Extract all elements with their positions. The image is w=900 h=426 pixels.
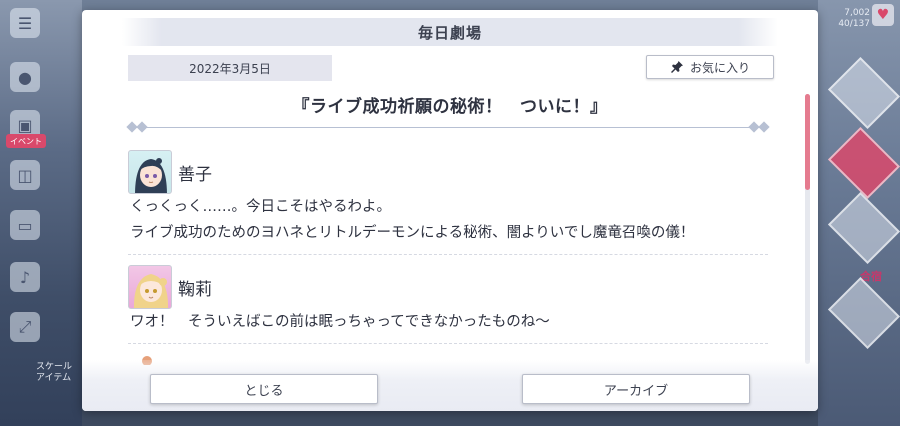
date-label: 2022年3月5日 [128, 55, 332, 81]
side-item-label: スケール アイテム [36, 362, 73, 383]
dialogue-line: くっくっく……。今日こそはやるわよ。 [130, 199, 391, 215]
divider-ornament-right [758, 121, 770, 133]
resource-counter: 7,002 40/137 [838, 8, 870, 29]
menu-icon[interactable]: ☰ [10, 8, 40, 38]
dialog-header: 毎日劇場 [122, 18, 778, 46]
background-left-panel: ☰ ● ▣ イベント ◫ ▭ ♪ ⤢ スケール アイテム [0, 0, 82, 426]
divider-ornament-left-2 [136, 121, 148, 133]
camera-icon[interactable]: ▭ [10, 210, 40, 240]
title-divider [128, 127, 768, 128]
favorite-button[interactable]: お気に入り [646, 55, 774, 79]
speaker-row: 鞠莉 [128, 265, 768, 309]
avatar-yoshiko [128, 150, 172, 194]
dialogue-line: ワオ！ そういえばこの前は眠っちゃってできなかったものね〜 [130, 314, 550, 330]
close-button[interactable]: とじる [150, 374, 378, 404]
story-title: 『ライブ成功祈願の秘術！ ついに！』 [292, 97, 608, 117]
background-right-panel: 7,002 40/137 ♥ 合宿 [818, 0, 900, 426]
archive-button[interactable]: アーカイブ [522, 374, 750, 404]
avatar-mari [128, 265, 172, 309]
tile-bottom[interactable] [827, 276, 900, 350]
expand-icon[interactable]: ⤢ [10, 312, 40, 342]
chat-icon[interactable]: ● [10, 62, 40, 92]
speaker-name: 善子 [178, 164, 212, 185]
dialog-title: 毎日劇場 [417, 23, 482, 42]
speaker-name: 鞠莉 [178, 279, 212, 300]
dialogue-line: ライブ成功のためのヨハネとリトルデーモンによる秘術、闇よりいでし魔竜召喚の儀！ [130, 225, 695, 241]
story-tile[interactable] [827, 191, 900, 265]
daily-theater-dialog: 毎日劇場 2022年3月5日 お気に入り 『ライブ成功祈願の秘術！ ついに！』 [82, 10, 818, 411]
yoshiko-portrait-icon [135, 158, 167, 193]
story-scroll-area[interactable]: 善子 くっくっく……。今日こそはやるわよ。 ライブ成功のためのヨハネとリトルデー… [128, 140, 768, 365]
scrollbar-thumb[interactable] [805, 94, 810, 190]
dialogue-entry: 鞠莉 ワオ！ そういえばこの前は眠っちゃってできなかったものね〜 [128, 255, 768, 344]
event-badge: イベント [6, 134, 46, 148]
pin-icon [670, 61, 683, 73]
gift-icon[interactable]: ◫ [10, 160, 40, 190]
heart-icon[interactable]: ♥ [872, 4, 894, 26]
mari-portrait-icon [134, 274, 168, 308]
live-tile[interactable] [827, 126, 900, 200]
speaker-row: 善子 [128, 150, 768, 194]
dialogue-entry: 善子 くっくっく……。今日こそはやるわよ。 ライブ成功のためのヨハネとリトルデー… [128, 140, 768, 255]
mic-icon[interactable]: ♪ [10, 262, 40, 292]
favorite-label: お気に入り [689, 60, 750, 75]
event-tile[interactable] [827, 56, 900, 130]
